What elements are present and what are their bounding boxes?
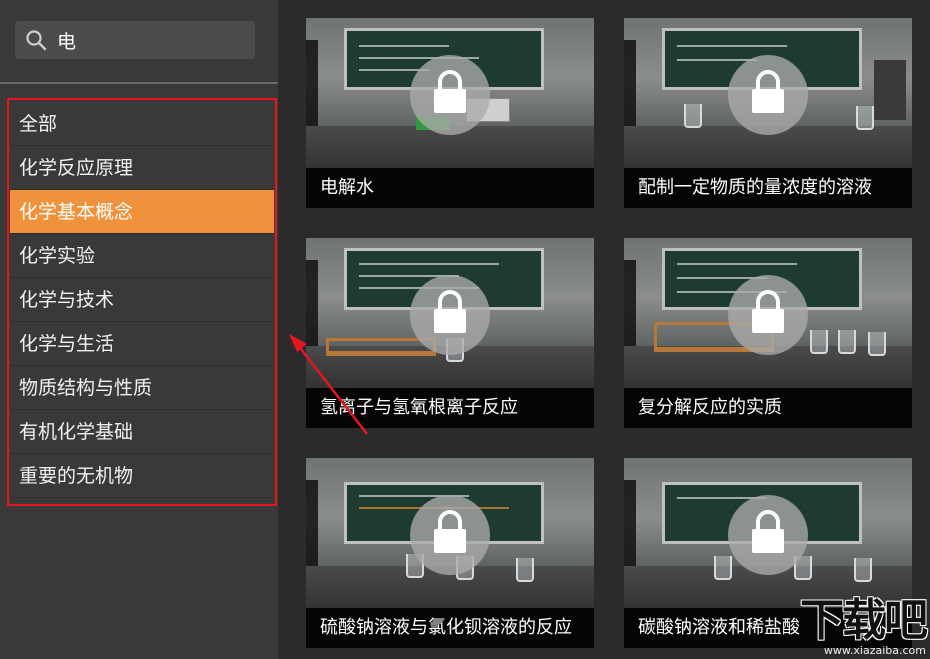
- annotation-arrow-icon: [289, 334, 368, 435]
- category-item-inorganic[interactable]: 重要的无机物: [10, 454, 274, 498]
- experiment-thumbnail: [306, 18, 594, 168]
- experiment-title: 配制一定物质的量浓度的溶液: [624, 168, 912, 208]
- lock-icon: [410, 55, 490, 135]
- category-item-organic[interactable]: 有机化学基础: [10, 410, 274, 454]
- experiment-grid: 电解水 配制一定物质的量浓度的溶液 氢离子与氢氧根离子反应 复分解反应的实质 硫…: [278, 0, 930, 659]
- experiment-card[interactable]: 硫酸钠溶液与氯化钡溶液的反应: [306, 458, 594, 648]
- experiment-card[interactable]: 复分解反应的实质: [624, 238, 912, 428]
- category-item-technology[interactable]: 化学与技术: [10, 278, 274, 322]
- experiment-thumbnail: [624, 238, 912, 388]
- watermark-logo: 下载吧 www.xiazaiba.com: [800, 595, 928, 657]
- experiment-thumbnail: [306, 458, 594, 608]
- category-item-basic-concepts[interactable]: 化学基本概念: [10, 190, 274, 234]
- divider: [0, 82, 278, 84]
- lock-icon: [410, 275, 490, 355]
- category-list: 全部 化学反应原理 化学基本概念 化学实验 化学与技术 化学与生活 物质结构与性…: [10, 102, 274, 498]
- lock-icon: [728, 55, 808, 135]
- experiment-title: 复分解反应的实质: [624, 388, 912, 428]
- category-item-structure[interactable]: 物质结构与性质: [10, 366, 274, 410]
- category-item-all[interactable]: 全部: [10, 102, 274, 146]
- lock-icon: [410, 495, 490, 575]
- search-query: 电: [57, 30, 77, 53]
- experiment-card[interactable]: 配制一定物质的量浓度的溶液: [624, 18, 912, 208]
- experiment-title: 硫酸钠溶液与氯化钡溶液的反应: [306, 608, 594, 648]
- category-item-experiments[interactable]: 化学实验: [10, 234, 274, 278]
- experiment-title: 电解水: [306, 168, 594, 208]
- lock-icon: [728, 275, 808, 355]
- lock-icon: [728, 495, 808, 575]
- category-item-life[interactable]: 化学与生活: [10, 322, 274, 366]
- search-icon: [26, 30, 47, 51]
- experiment-thumbnail: [624, 18, 912, 168]
- category-item-reaction-principles[interactable]: 化学反应原理: [10, 146, 274, 190]
- experiment-thumbnail: [624, 458, 912, 608]
- search-input[interactable]: 电: [15, 21, 255, 59]
- sidebar: 电 全部 化学反应原理 化学基本概念 化学实验 化学与技术 化学与生活 物质结构…: [0, 0, 278, 659]
- experiment-card[interactable]: 电解水: [306, 18, 594, 208]
